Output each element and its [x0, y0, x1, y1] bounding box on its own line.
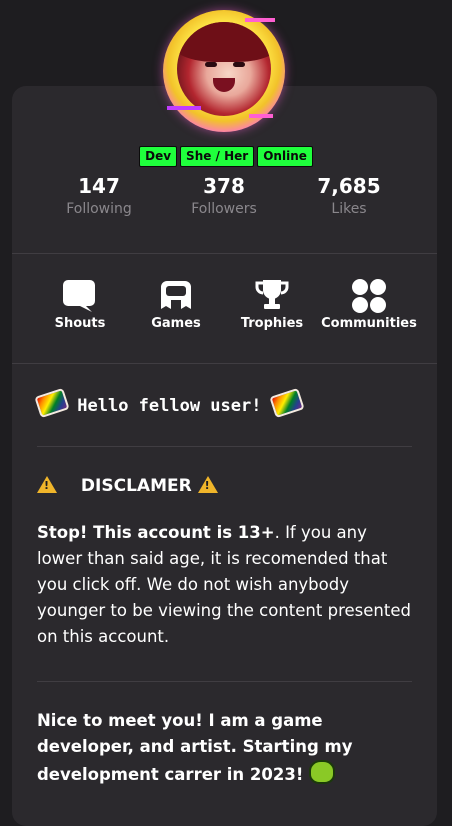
stat-likes[interactable]: 7,685 Likes	[289, 174, 409, 217]
avatar[interactable]	[163, 10, 285, 132]
trophy-icon	[254, 278, 290, 310]
divider	[12, 253, 437, 254]
disclaimer-paragraph: Stop! This account is 13+. If you any lo…	[37, 520, 412, 650]
intro-paragraph: Nice to meet you! I am a game developer,…	[37, 708, 412, 788]
stat-value: 147	[78, 174, 120, 198]
profile-tags: Dev She / Her Online	[0, 146, 452, 167]
disclaimer-heading: DISCLAMER	[37, 476, 412, 496]
gamepad-icon	[158, 278, 194, 310]
tag-badge: She / Her	[180, 146, 255, 167]
disclaimer-bold: Stop! This account is 13+	[37, 523, 275, 542]
greeting-text: Hello fellow user!	[77, 396, 262, 416]
bio-divider	[37, 681, 412, 682]
stat-followers[interactable]: 378 Followers	[164, 174, 284, 217]
nav-label: Shouts	[54, 316, 106, 331]
stat-following[interactable]: 147 Following	[39, 174, 159, 217]
stat-value: 7,685	[317, 174, 381, 198]
nav-label: Communities	[321, 316, 417, 331]
nav-shouts[interactable]: Shouts	[25, 278, 135, 331]
nav-label: Games	[151, 316, 201, 331]
nav-label: Trophies	[240, 316, 304, 331]
bio-divider	[37, 446, 412, 447]
warning-icon	[197, 476, 218, 493]
avatar-image	[177, 22, 271, 116]
stat-label: Followers	[191, 201, 257, 217]
tag-badge: Dev	[139, 146, 178, 167]
nav-trophies[interactable]: Trophies	[217, 278, 327, 331]
intro-text: Nice to meet you! I am a game developer,…	[37, 711, 353, 784]
communities-icon	[351, 278, 387, 313]
nav-communities[interactable]: Communities	[314, 278, 424, 331]
pride-flag-icon	[34, 387, 70, 419]
warning-icon	[37, 476, 57, 493]
speech-bubble-icon	[62, 278, 98, 312]
disclaimer-title: DISCLAMER	[80, 476, 192, 496]
stat-value: 378	[203, 174, 245, 198]
nav-games[interactable]: Games	[121, 278, 231, 331]
stat-label: Following	[66, 201, 132, 217]
profile-nav: Shouts Games Trophies Communities	[0, 278, 452, 338]
frog-emoji-icon	[309, 760, 336, 784]
divider	[12, 363, 437, 364]
bio-greeting: Hello fellow user!	[34, 387, 412, 419]
tag-badge: Online	[257, 146, 313, 167]
stat-label: Likes	[331, 201, 367, 217]
pride-flag-icon	[269, 387, 305, 419]
